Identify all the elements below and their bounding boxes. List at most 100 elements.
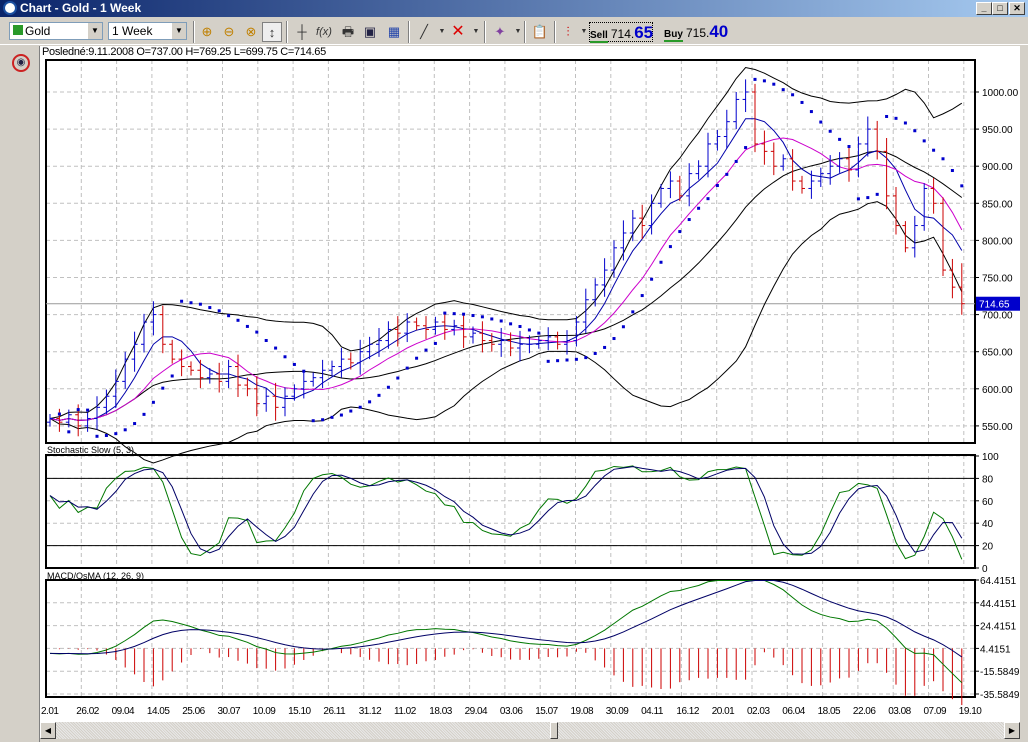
sar-dot — [283, 355, 287, 359]
date-axis-label: 22.06 — [853, 706, 876, 717]
sar-dot — [292, 362, 296, 366]
price-axis-label: 550.00 — [982, 422, 1013, 433]
macd-axis-label: -15.5849 — [980, 667, 1020, 678]
price-bar — [874, 120, 881, 160]
macd-axis-label: 44.4151 — [980, 599, 1017, 610]
macd-title: MACD/OsMA (12, 26, 9) — [47, 571, 144, 581]
stoch-axis-label: 100 — [982, 452, 999, 463]
price-bar — [592, 278, 599, 307]
sar-dot — [264, 338, 268, 342]
sar-dot — [170, 374, 174, 378]
date-axis-label: 07.09 — [924, 706, 947, 717]
sar-dot — [189, 301, 193, 305]
sar-dot — [208, 306, 212, 310]
price-bar — [150, 301, 157, 336]
scroll-thumb[interactable] — [550, 722, 558, 739]
price-bar — [159, 305, 166, 354]
price-axis-label: 750.00 — [982, 274, 1013, 285]
sar-dot — [565, 358, 569, 362]
price-bar — [780, 154, 787, 171]
sar-dot — [368, 400, 372, 404]
panel-frame — [45, 59, 976, 444]
sar-dot — [471, 314, 475, 318]
price-bar — [573, 316, 580, 347]
sar-dot — [274, 346, 278, 350]
price-axis-label: 600.00 — [982, 385, 1013, 396]
price-bar — [178, 349, 185, 377]
panel-frame — [45, 454, 976, 569]
sar-dot — [217, 309, 221, 313]
price-bar — [752, 83, 758, 153]
sar-dot — [142, 412, 146, 416]
sar-dot — [593, 351, 597, 355]
sar-dot — [405, 366, 409, 370]
sar-dot — [480, 315, 484, 319]
price-bar — [517, 330, 523, 362]
price-bar — [930, 178, 937, 214]
sar-dot — [781, 88, 785, 92]
sar-dot — [885, 114, 889, 118]
date-axis-label: 03.08 — [888, 706, 911, 717]
macd-axis-label: -35.5849 — [980, 690, 1020, 701]
sar-dot — [509, 322, 513, 326]
sar-dot — [913, 129, 917, 133]
price-bar — [432, 316, 439, 335]
date-axis-label: 25.06 — [182, 706, 205, 717]
price-bar — [686, 163, 693, 207]
price-bar — [667, 171, 674, 199]
date-axis-label: 30.09 — [606, 706, 629, 717]
price-bar — [535, 336, 542, 349]
price-bar — [733, 92, 740, 130]
price-axis-label: 700.00 — [982, 311, 1013, 322]
price-bar — [282, 387, 288, 417]
price-bar — [507, 332, 514, 357]
horizontal-scrollbar[interactable]: ◀ ▶ — [40, 722, 1020, 739]
date-axis-label: 2.01 — [41, 706, 59, 717]
price-bar — [47, 414, 53, 427]
price-bar — [808, 170, 815, 199]
price-axis-label: 900.00 — [982, 162, 1013, 173]
sar-dot — [960, 184, 964, 188]
sar-dot — [809, 110, 813, 114]
price-bar — [216, 362, 223, 393]
price-bar — [554, 331, 561, 350]
sar-dot — [133, 422, 137, 426]
panel-frame — [45, 579, 976, 698]
price-bar — [864, 116, 871, 157]
price-bar — [329, 360, 335, 377]
price-bar — [94, 396, 100, 430]
price-bar — [911, 215, 918, 258]
price-bar — [413, 317, 420, 331]
sar-dot — [866, 196, 870, 200]
date-axis-label: 26.11 — [323, 706, 346, 717]
price-bar — [695, 160, 702, 180]
scroll-left-button[interactable]: ◀ — [40, 722, 56, 739]
price-bar — [714, 129, 721, 151]
date-axis-label: 30.07 — [218, 706, 241, 717]
price-bar — [827, 155, 834, 185]
sar-dot — [321, 418, 325, 422]
sar-dot — [734, 159, 738, 163]
price-bar — [357, 339, 364, 375]
sar-dot — [499, 319, 503, 323]
price-axis-label: 950.00 — [982, 125, 1013, 136]
date-axis-label: 04.11 — [641, 706, 664, 717]
sar-dot — [396, 376, 400, 380]
sar-dot — [358, 405, 362, 409]
stoch-axis-label: 20 — [982, 542, 994, 553]
sar-dot — [452, 312, 456, 316]
sar-dot — [245, 324, 249, 328]
price-bar — [742, 79, 749, 113]
sar-dot — [302, 369, 306, 373]
stoch-axis-label: 40 — [982, 519, 994, 530]
sar-dot — [631, 310, 635, 314]
sar-dot — [574, 357, 578, 361]
sar-dot — [894, 116, 898, 120]
scroll-right-button[interactable]: ▶ — [1004, 722, 1020, 739]
price-bar — [84, 412, 91, 432]
price-bar — [658, 184, 664, 208]
price-bar — [188, 361, 194, 376]
sar-dot — [772, 82, 776, 86]
sar-dot — [76, 408, 80, 412]
chart-svg[interactable]: 1000.00 950.00 900.00 850.00 800.00 750.00 700… — [0, 0, 1028, 742]
